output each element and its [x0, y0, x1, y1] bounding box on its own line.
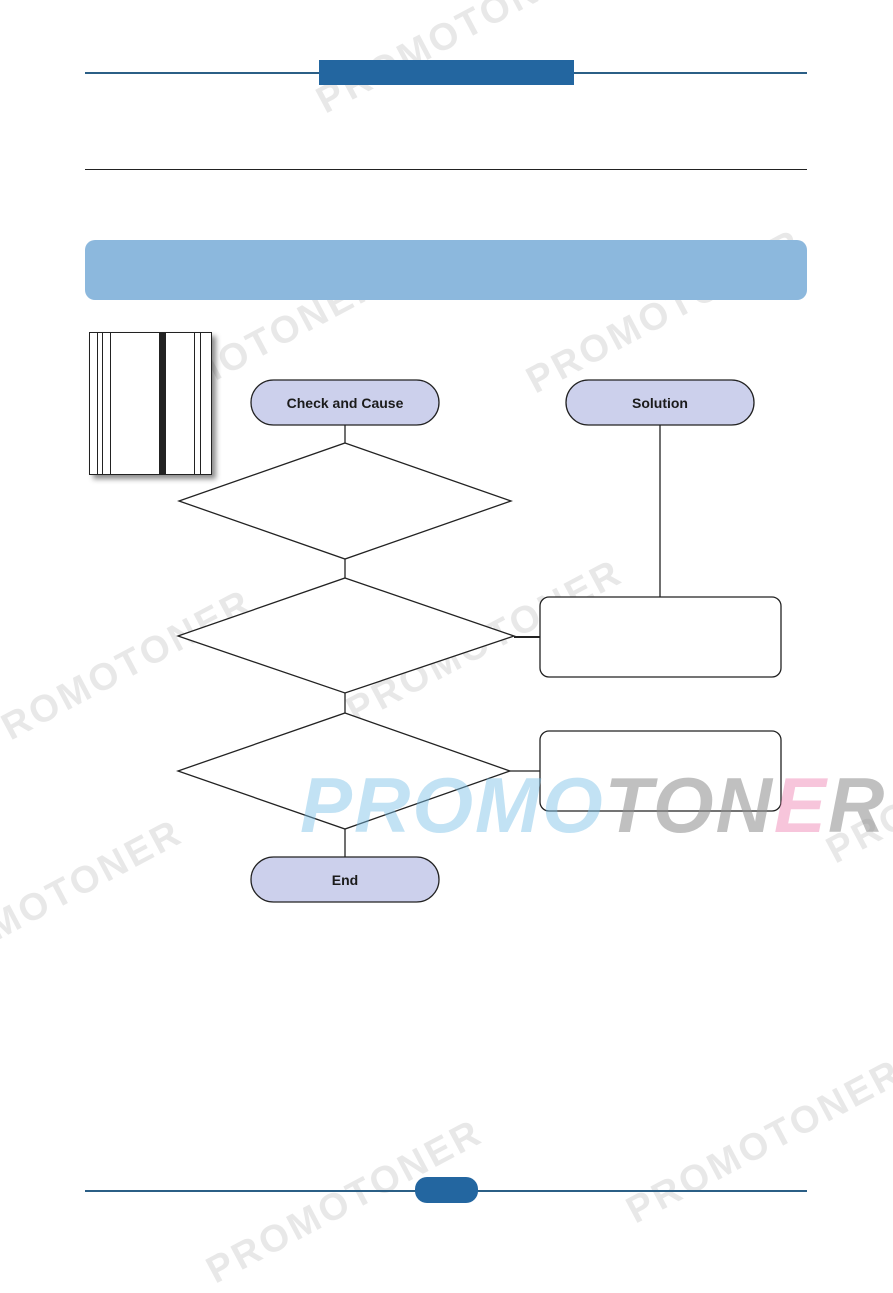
solution-box-1	[539, 596, 782, 678]
solution-terminator	[565, 379, 755, 426]
flowchart	[176, 379, 782, 903]
end-terminator	[250, 856, 440, 903]
decision-diamond-3	[176, 712, 512, 830]
solution-box-2	[539, 730, 782, 812]
decision-diamond-1	[177, 442, 513, 560]
start-terminator	[250, 379, 440, 426]
decision-diamond-2	[176, 577, 517, 694]
page-number-badge	[415, 1177, 478, 1203]
